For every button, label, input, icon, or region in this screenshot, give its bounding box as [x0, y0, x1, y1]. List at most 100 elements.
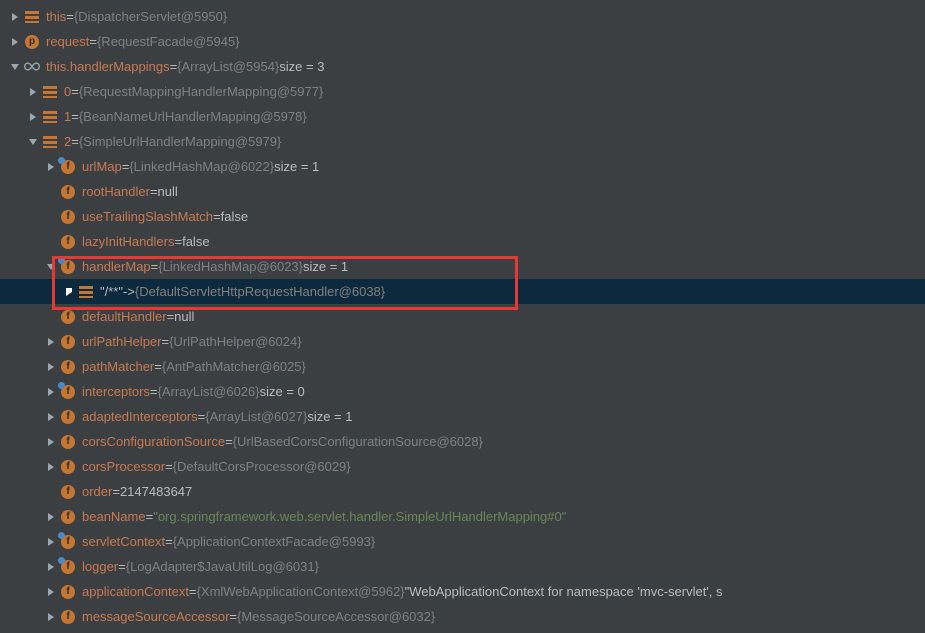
- tree-row[interactable]: 1 = {BeanNameUrlHandlerMapping@5978}: [0, 104, 925, 129]
- var-name: handlerMap: [82, 259, 151, 274]
- var-value: size = 3: [279, 59, 324, 74]
- watch-icon: [24, 59, 40, 75]
- tree-row[interactable]: fhandlerMap = {LinkedHashMap@6023} size …: [0, 254, 925, 279]
- var-value: {ArrayList@5954}: [177, 59, 279, 74]
- tree-row[interactable]: fservletContext = {ApplicationContextFac…: [0, 529, 925, 554]
- expand-arrow-icon[interactable]: [44, 335, 58, 349]
- expand-arrow-icon[interactable]: [44, 160, 58, 174]
- expand-arrow-icon[interactable]: [8, 35, 22, 49]
- tree-row[interactable]: this = {DispatcherServlet@5950}: [0, 4, 925, 29]
- expand-arrow-icon[interactable]: [26, 110, 40, 124]
- var-value: {SimpleUrlHandlerMapping@5979}: [79, 134, 282, 149]
- tree-row[interactable]: fcorsConfigurationSource = {UrlBasedCors…: [0, 429, 925, 454]
- tree-row[interactable]: fbeanName = "org.springframework.web.ser…: [0, 504, 925, 529]
- expand-arrow-icon[interactable]: [62, 285, 76, 299]
- var-value: {BeanNameUrlHandlerMapping@5978}: [79, 109, 307, 124]
- expand-arrow-icon[interactable]: [44, 360, 58, 374]
- var-value: {LinkedHashMap@6022}: [129, 159, 274, 174]
- field-icon: f: [60, 234, 76, 250]
- tree-row[interactable]: "/**" -> {DefaultServletHttpRequestHandl…: [0, 279, 925, 304]
- tree-row[interactable]: fadaptedInterceptors = {ArrayList@6027} …: [0, 404, 925, 429]
- tree-row[interactable]: frootHandler = null: [0, 179, 925, 204]
- var-name: useTrailingSlashMatch: [82, 209, 213, 224]
- expand-arrow-icon[interactable]: [26, 85, 40, 99]
- tree-row[interactable]: this.handlerMappings = {ArrayList@5954} …: [0, 54, 925, 79]
- collapse-arrow-icon[interactable]: [26, 135, 40, 149]
- var-name: corsConfigurationSource: [82, 434, 225, 449]
- var-name: request: [46, 34, 89, 49]
- tree-row[interactable]: fcorsProcessor = {DefaultCorsProcessor@6…: [0, 454, 925, 479]
- var-value: "WebApplicationContext for namespace 'mv…: [405, 584, 723, 599]
- equals: =: [229, 609, 237, 624]
- var-value: {DispatcherServlet@5950}: [74, 9, 227, 24]
- tree-row[interactable]: fuseTrailingSlashMatch = false: [0, 204, 925, 229]
- expand-arrow-icon[interactable]: [44, 435, 58, 449]
- equals: =: [71, 84, 79, 99]
- expand-arrow-icon[interactable]: [44, 610, 58, 624]
- var-name: urlMap: [82, 159, 122, 174]
- tree-row[interactable]: fapplicationContext = {XmlWebApplication…: [0, 579, 925, 604]
- var-value: size = 1: [303, 259, 348, 274]
- arrow-placeholder: [44, 310, 58, 324]
- var-name: urlPathHelper: [82, 334, 162, 349]
- field-icon: f: [60, 609, 76, 625]
- tree-row[interactable]: prequest = {RequestFacade@5945}: [0, 29, 925, 54]
- variables-tree[interactable]: this = {DispatcherServlet@5950}prequest …: [0, 0, 925, 633]
- var-name: pathMatcher: [82, 359, 154, 374]
- tree-row[interactable]: 2 = {SimpleUrlHandlerMapping@5979}: [0, 129, 925, 154]
- collapse-arrow-icon[interactable]: [8, 60, 22, 74]
- tree-row[interactable]: fpathMatcher = {AntPathMatcher@6025}: [0, 354, 925, 379]
- equals: =: [225, 434, 233, 449]
- expand-arrow-icon[interactable]: [44, 585, 58, 599]
- field-icon: f: [60, 209, 76, 225]
- collapse-arrow-icon[interactable]: [44, 260, 58, 274]
- equals: =: [150, 384, 158, 399]
- element-icon: [42, 84, 58, 100]
- var-value: {DefaultServletHttpRequestHandler@6038}: [135, 284, 385, 299]
- arrow-placeholder: [44, 185, 58, 199]
- tree-row[interactable]: fmessageSourceAccessor = {MessageSourceA…: [0, 604, 925, 629]
- tree-row[interactable]: flogger = {LogAdapter$JavaUtilLog@6031}: [0, 554, 925, 579]
- tree-row[interactable]: furlMap = {LinkedHashMap@6022} size = 1: [0, 154, 925, 179]
- equals: =: [165, 459, 173, 474]
- var-name: logger: [82, 559, 118, 574]
- equals: =: [112, 484, 120, 499]
- expand-arrow-icon[interactable]: [8, 10, 22, 24]
- expand-arrow-icon[interactable]: [44, 460, 58, 474]
- var-name: adaptedInterceptors: [82, 409, 198, 424]
- tree-row[interactable]: flazyInitHandlers = false: [0, 229, 925, 254]
- equals: =: [170, 59, 178, 74]
- var-value: {LogAdapter$JavaUtilLog@6031}: [126, 559, 319, 574]
- field-icon: f: [60, 384, 76, 400]
- expand-arrow-icon[interactable]: [44, 410, 58, 424]
- tree-row[interactable]: fdefaultHandler = null: [0, 304, 925, 329]
- var-value: size = 1: [274, 159, 319, 174]
- var-value: "/**": [100, 284, 123, 299]
- var-name: messageSourceAccessor: [82, 609, 229, 624]
- var-value: {ApplicationContextFacade@5993}: [173, 534, 376, 549]
- var-value: {AntPathMatcher@6025}: [162, 359, 306, 374]
- arrow-placeholder: [44, 235, 58, 249]
- element-icon: [24, 9, 40, 25]
- var-value: false: [182, 234, 209, 249]
- tree-row[interactable]: 0 = {RequestMappingHandlerMapping@5977}: [0, 79, 925, 104]
- field-icon: f: [60, 509, 76, 525]
- element-icon: [42, 134, 58, 150]
- expand-arrow-icon[interactable]: [44, 560, 58, 574]
- expand-arrow-icon[interactable]: [44, 535, 58, 549]
- field-icon: f: [60, 184, 76, 200]
- tree-row[interactable]: forder = 2147483647: [0, 479, 925, 504]
- equals: =: [71, 109, 79, 124]
- field-icon: f: [60, 159, 76, 175]
- equals: =: [162, 334, 170, 349]
- tree-row[interactable]: finterceptors = {ArrayList@6026} size = …: [0, 379, 925, 404]
- var-value: {RequestMappingHandlerMapping@5977}: [79, 84, 323, 99]
- equals: =: [213, 209, 221, 224]
- arrow-placeholder: [44, 485, 58, 499]
- var-value: "org.springframework.web.servlet.handler…: [153, 509, 566, 524]
- expand-arrow-icon[interactable]: [44, 385, 58, 399]
- field-icon: f: [60, 334, 76, 350]
- expand-arrow-icon[interactable]: [44, 510, 58, 524]
- var-name: this: [46, 9, 66, 24]
- tree-row[interactable]: furlPathHelper = {UrlPathHelper@6024}: [0, 329, 925, 354]
